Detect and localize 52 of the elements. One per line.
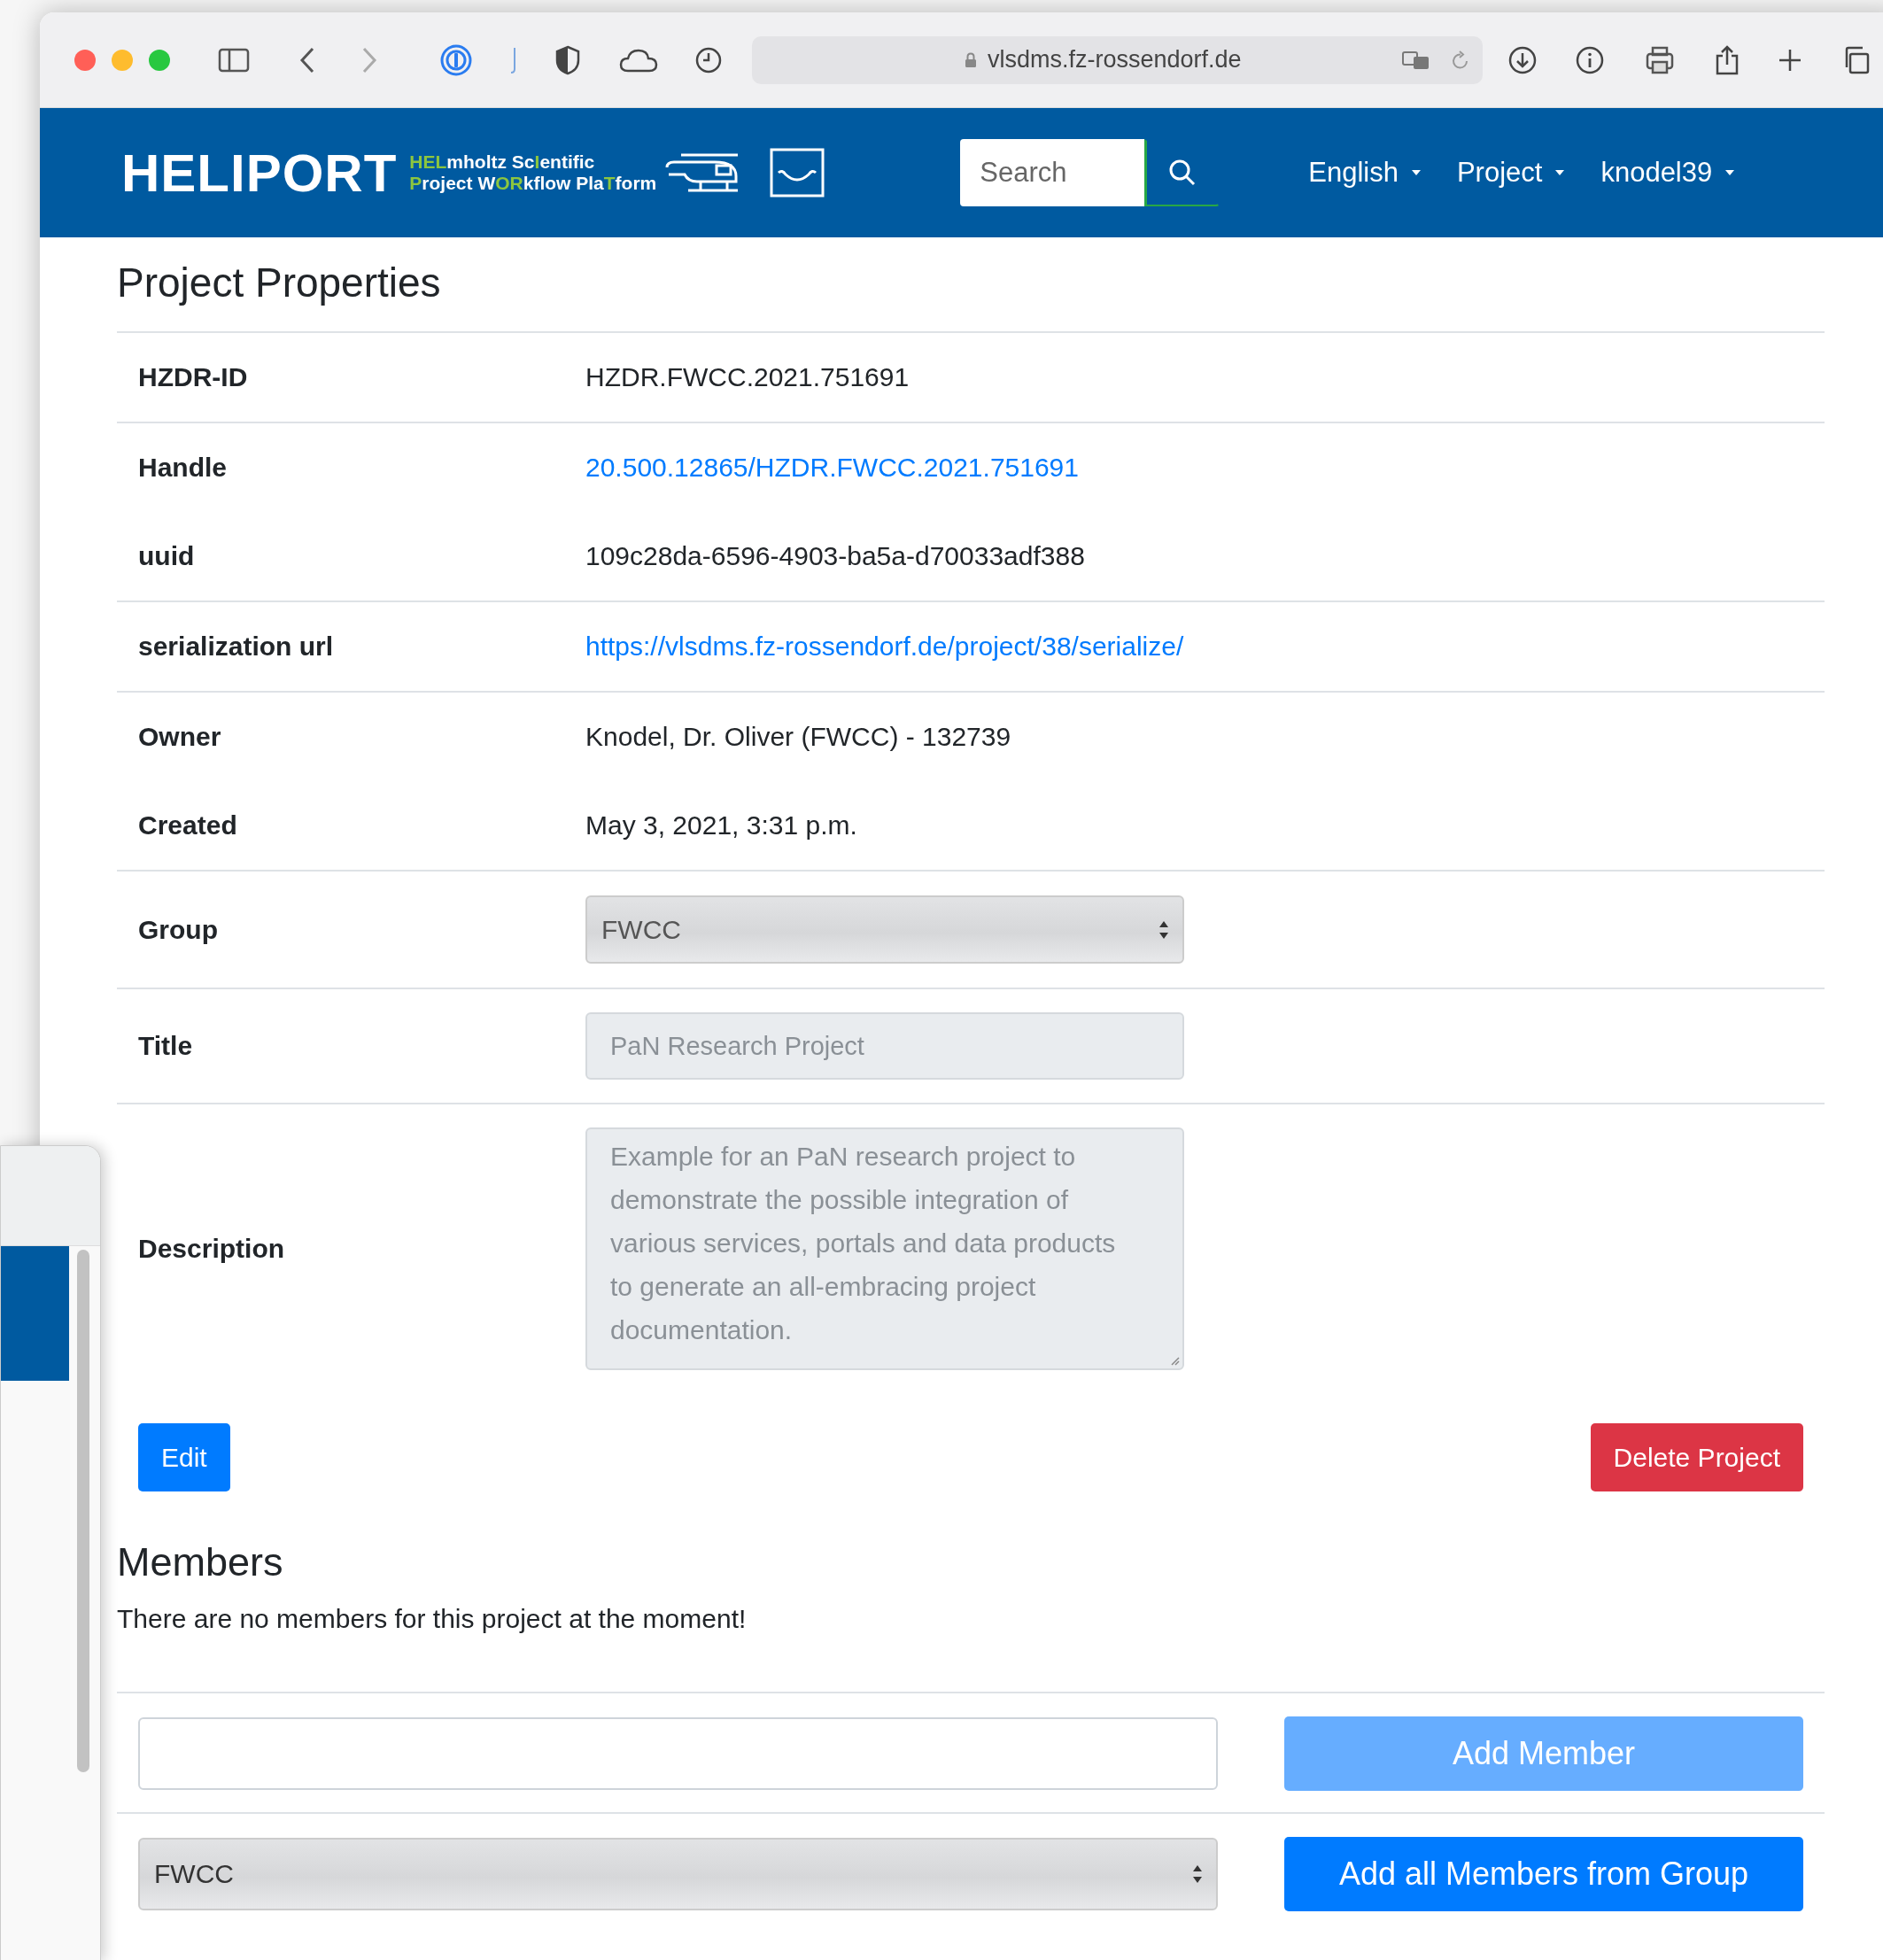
caret-icon xyxy=(1724,169,1736,176)
property-label: Created xyxy=(138,810,238,841)
property-label: Group xyxy=(138,913,219,946)
property-link[interactable]: https://vlsdms.fz-rossendorf.de/project/38/serialize/ xyxy=(585,631,1184,661)
shield-icon[interactable] xyxy=(554,44,581,75)
scrollbar[interactable] xyxy=(77,1250,89,1772)
share-icon[interactable] xyxy=(1714,43,1740,76)
download-icon[interactable] xyxy=(1507,44,1538,75)
tabs-icon[interactable] xyxy=(1843,45,1870,74)
new-tab-icon[interactable] xyxy=(1778,47,1802,73)
property-link[interactable]: 20.500.12865/HZDR.FWCC.2021.751691 xyxy=(585,453,1079,482)
property-value: Knodel, Dr. Oliver (FWCC) - 132739 xyxy=(585,722,1011,751)
property-value: HZDR.FWCC.2021.751691 xyxy=(585,362,910,391)
search-button[interactable] xyxy=(1144,139,1220,206)
lock-icon xyxy=(965,51,977,68)
edit-button[interactable]: Edit xyxy=(138,1423,230,1491)
add-group-members-button[interactable]: Add all Members from Group xyxy=(1284,1837,1803,1911)
logo-icon xyxy=(770,148,825,198)
info-icon[interactable] xyxy=(1575,44,1605,75)
property-label: Handle xyxy=(138,452,229,484)
section-heading: Members xyxy=(117,1538,284,1586)
brand-title[interactable]: HELIPORT xyxy=(121,142,398,204)
translate-icon[interactable] xyxy=(1401,49,1431,71)
property-label: serialization url xyxy=(138,631,335,662)
nav-menu[interactable]: Project xyxy=(1456,157,1566,189)
delete-button[interactable]: Delete Project xyxy=(1590,1423,1803,1491)
property-label: uuid xyxy=(138,540,196,572)
brand-tagline: Project WORkflow PlaTform xyxy=(409,173,657,194)
cloud-icon[interactable] xyxy=(619,47,658,73)
url-text: vlsdms.fz-rossendorf.de xyxy=(988,46,1242,74)
property-value: May 3, 2021, 3:31 p.m. xyxy=(585,810,857,840)
empty-message: There are no members for this project at the moment! xyxy=(117,1603,748,1635)
page-title: Project Properties xyxy=(117,259,442,307)
search-field[interactable]: Search xyxy=(960,139,1145,206)
close-button[interactable] xyxy=(74,49,96,71)
property-label: Description xyxy=(138,1233,286,1265)
brand-tagline: HELmholtz ScIentific xyxy=(409,151,596,173)
address-bar[interactable]: vlsdms.fz-rossendorf.de xyxy=(752,35,1483,84)
printer-icon[interactable] xyxy=(1645,44,1675,75)
group-select[interactable]: FWCC xyxy=(138,1838,1218,1910)
property-label: Title xyxy=(138,1030,194,1062)
nav-menu[interactable]: knodel39 xyxy=(1600,157,1736,189)
property-value: 109c28da-6596-4903-ba5a-d70033adf388 xyxy=(585,541,1085,570)
property-label: Owner xyxy=(138,721,222,753)
caret-icon xyxy=(1410,169,1422,176)
caret-icon xyxy=(1554,169,1566,176)
clock-icon[interactable] xyxy=(694,45,723,74)
nav-menu[interactable]: English xyxy=(1308,157,1422,189)
password-icon[interactable] xyxy=(440,43,472,76)
property-label: HZDR-ID xyxy=(138,361,249,393)
sidebar-icon[interactable] xyxy=(218,47,250,73)
member-input[interactable] xyxy=(138,1717,1218,1790)
